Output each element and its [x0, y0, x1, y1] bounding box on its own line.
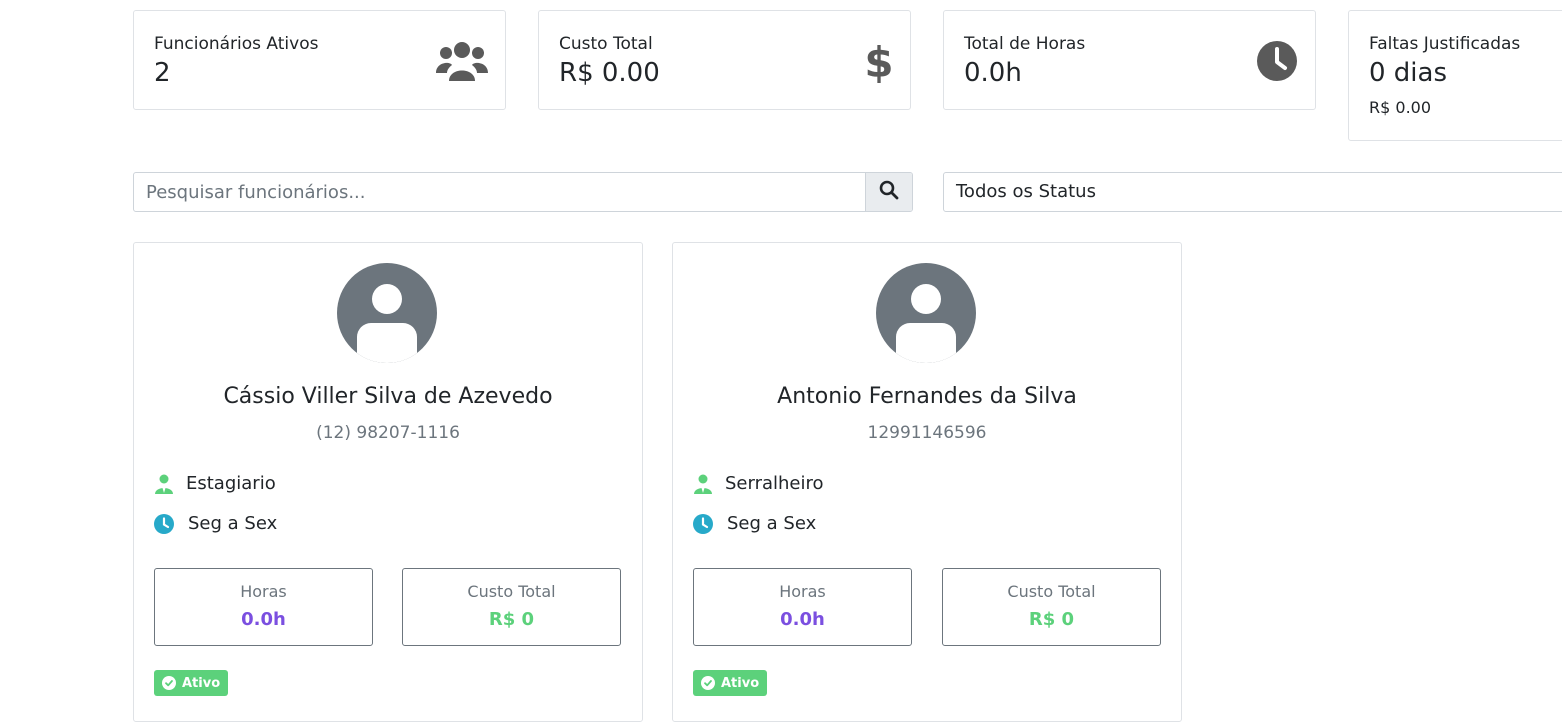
- cost-label: Custo Total: [1007, 582, 1096, 601]
- status-badge-label: Ativo: [721, 675, 760, 691]
- employee-schedule: Seg a Sex: [154, 513, 277, 534]
- status-badge: Ativo: [693, 670, 768, 696]
- stat-card-total-hours: Total de Horas 0.0h: [943, 10, 1316, 110]
- user-tie-icon: [154, 474, 174, 494]
- clock-icon: [693, 513, 713, 534]
- hours-box: Horas 0.0h: [154, 568, 373, 646]
- employee-card[interactable]: Cássio Viller Silva de Azevedo (12) 9820…: [133, 242, 643, 722]
- cost-value: R$ 0: [488, 609, 535, 630]
- cost-box: Custo Total R$ 0: [942, 568, 1161, 646]
- clock-icon: [154, 513, 174, 534]
- cost-label: Custo Total: [467, 582, 556, 601]
- cost-value: R$ 0: [1028, 609, 1075, 630]
- avatar: [337, 263, 437, 363]
- stat-label: Faltas Justificadas: [1369, 34, 1521, 54]
- employee-name: Antonio Fernandes da Silva: [777, 384, 1077, 409]
- users-icon: [436, 39, 488, 87]
- svg-text:$: $: [865, 39, 893, 83]
- hours-value: 0.0h: [780, 609, 825, 630]
- employee-phone: 12991146596: [867, 423, 987, 443]
- cost-box: Custo Total R$ 0: [402, 568, 621, 646]
- hours-label: Horas: [240, 582, 287, 601]
- check-circle-icon: [162, 676, 176, 690]
- search-input[interactable]: [134, 173, 868, 211]
- avatar: [876, 263, 976, 363]
- check-circle-icon: [701, 676, 715, 690]
- stat-label: Custo Total: [559, 34, 653, 54]
- status-badge-label: Ativo: [182, 675, 221, 691]
- employee-card[interactable]: Antonio Fernandes da Silva 12991146596 S…: [672, 242, 1182, 722]
- employee-phone: (12) 98207-1116: [316, 423, 460, 443]
- hours-value: 0.0h: [241, 609, 286, 630]
- employee-role: Serralheiro: [693, 473, 824, 494]
- search-group: [133, 172, 913, 212]
- stat-value: R$ 0.00: [559, 58, 660, 88]
- employee-name: Cássio Viller Silva de Azevedo: [223, 384, 553, 409]
- search-icon: [879, 180, 899, 204]
- stat-card-total-cost: Custo Total R$ 0.00 $: [538, 10, 911, 110]
- employee-role-label: Serralheiro: [725, 473, 824, 494]
- stat-value: 0.0h: [964, 58, 1022, 88]
- employee-schedule-label: Seg a Sex: [188, 513, 278, 534]
- stat-card-justified-absences: Faltas Justificadas 0 dias R$ 0.00: [1348, 10, 1562, 141]
- user-tie-icon: [693, 474, 713, 494]
- stat-value: 2: [154, 58, 171, 88]
- employee-role: Estagiario: [154, 473, 276, 494]
- clock-icon: [1256, 40, 1298, 86]
- stat-subvalue: R$ 0.00: [1369, 98, 1432, 117]
- stat-card-active-employees: Funcionários Ativos 2: [133, 10, 506, 110]
- employee-schedule: Seg a Sex: [693, 513, 816, 534]
- status-filter-select[interactable]: Todos os Status: [943, 172, 1562, 212]
- hours-box: Horas 0.0h: [693, 568, 912, 646]
- employee-role-label: Estagiario: [186, 473, 276, 494]
- hours-label: Horas: [779, 582, 826, 601]
- stat-value: 0 dias: [1369, 58, 1448, 88]
- search-button[interactable]: [865, 173, 912, 211]
- employee-schedule-label: Seg a Sex: [727, 513, 817, 534]
- status-badge: Ativo: [154, 670, 229, 696]
- stat-label: Total de Horas: [964, 34, 1086, 54]
- dollar-icon: $: [864, 38, 893, 87]
- stat-label: Funcionários Ativos: [154, 34, 319, 54]
